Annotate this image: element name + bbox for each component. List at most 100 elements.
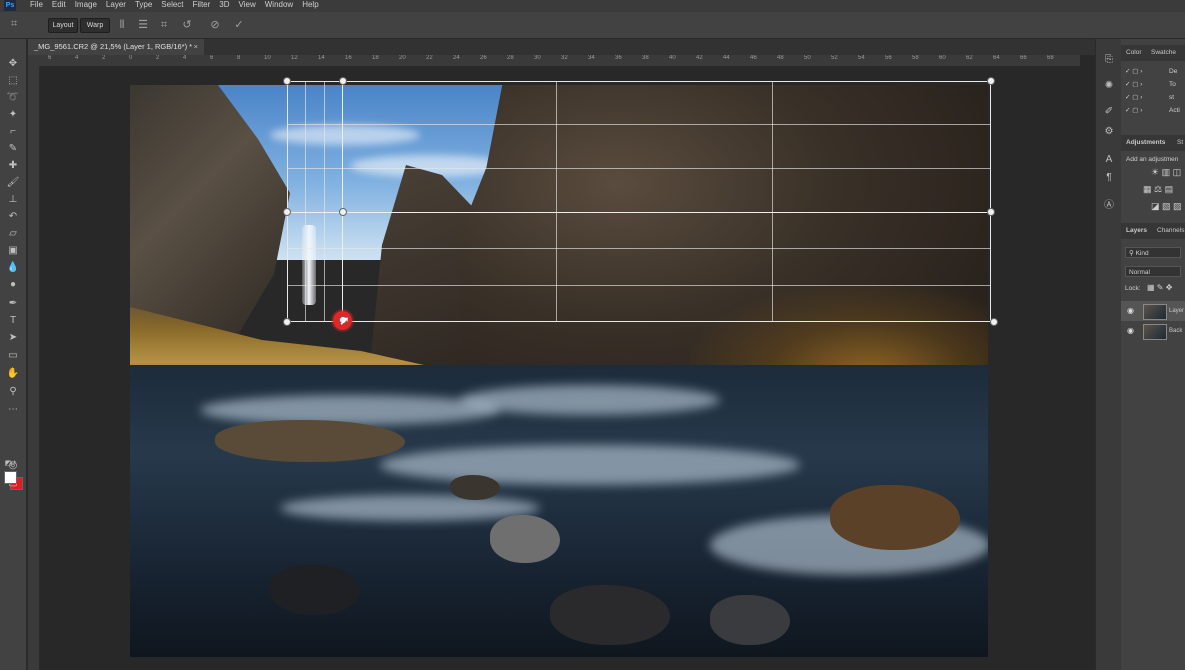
path-selection-tool-icon[interactable]: ➤ <box>5 331 21 345</box>
lock-label: Lock: <box>1125 285 1141 292</box>
action-row[interactable]: ✓ ▢ › Acti <box>1125 105 1185 117</box>
ruler-tick-label: 32 <box>561 55 568 61</box>
action-controls-icon[interactable]: ✓ ▢ › <box>1125 107 1142 114</box>
gradient-tool-icon[interactable]: ▣ <box>5 244 21 258</box>
document-tab-bar: _MG_9561.CR2 @ 21,5% (Layer 1, RGB/16*) … <box>28 39 1115 55</box>
tab-styles[interactable]: St <box>1177 135 1183 151</box>
eraser-tool-icon[interactable]: ▱ <box>5 227 21 241</box>
brush-settings-icon[interactable]: ✐ <box>1101 105 1117 119</box>
dodge-tool-icon[interactable]: ● <box>5 278 21 292</box>
action-controls-icon[interactable]: ✓ ▢ › <box>1125 94 1142 101</box>
ruler-tick-label: 38 <box>642 55 649 61</box>
photo-layer[interactable] <box>130 85 988 657</box>
tab-swatches[interactable]: Swatche <box>1151 45 1176 61</box>
ruler-tick-label: 48 <box>777 55 784 61</box>
grid-line <box>287 285 991 286</box>
adjustment-icons-row3[interactable]: ◪ ▧ ▨ <box>1151 201 1182 212</box>
ruler-tick-label: 16 <box>345 55 352 61</box>
brush-tool-icon[interactable]: 🖌 <box>5 176 21 190</box>
menu-item-window[interactable]: Window <box>265 0 293 10</box>
properties-panel-icon[interactable]: ⚙ <box>1101 125 1117 139</box>
ruler-tick-label: 10 <box>264 55 271 61</box>
straighten-both-icon[interactable]: ⌗ <box>156 17 172 33</box>
history-brush-tool-icon[interactable]: ↶ <box>5 210 21 224</box>
menu-item-help[interactable]: Help <box>302 0 318 10</box>
layer-row-layer1[interactable]: ◉ Layer <box>1121 301 1185 321</box>
menu-item-3d[interactable]: 3D <box>219 0 229 10</box>
character-panel-icon[interactable]: A <box>1101 153 1117 167</box>
layer-row-background[interactable]: ◉ Back <box>1121 321 1185 341</box>
action-row[interactable]: ✓ ▢ › st <box>1125 92 1185 104</box>
ruler-tick-label: 68 <box>1047 55 1054 61</box>
blend-mode-select[interactable]: Normal <box>1125 266 1181 277</box>
menu-item-select[interactable]: Select <box>161 0 183 10</box>
magic-wand-tool-icon[interactable]: ✦ <box>5 108 21 122</box>
crop-tool-icon[interactable]: ⌐ <box>5 125 21 139</box>
glyphs-panel-icon[interactable]: Ⓐ <box>1101 199 1117 213</box>
warp-pin-handle[interactable] <box>283 208 291 216</box>
zoom-tool-icon[interactable]: ⚲ <box>5 385 21 399</box>
ruler-tick-label: 28 <box>507 55 514 61</box>
history-panel-icon[interactable]: ⎘ <box>1101 53 1117 67</box>
move-tool-icon[interactable]: ✥ <box>5 57 21 71</box>
warp-pin-handle[interactable] <box>283 77 291 85</box>
undo-icon[interactable]: ↺ <box>179 17 195 33</box>
rectangle-tool-icon[interactable]: ▭ <box>5 349 21 363</box>
eyedropper-tool-icon[interactable]: ✎ <box>5 142 21 156</box>
blur-tool-icon[interactable]: 💧 <box>5 261 21 275</box>
warp-pin-handle[interactable] <box>339 208 347 216</box>
tab-adjustments[interactable]: Adjustments <box>1126 135 1165 151</box>
ruler-tick-label: 50 <box>804 55 811 61</box>
lasso-tool-icon[interactable]: ➰ <box>5 91 21 105</box>
foreground-color-swatch[interactable] <box>4 471 17 484</box>
menu-item-view[interactable]: View <box>239 0 256 10</box>
warp-pin-handle[interactable] <box>283 318 291 326</box>
clone-stamp-tool-icon[interactable]: ⊥ <box>5 193 21 207</box>
tab-color[interactable]: Color <box>1126 45 1142 61</box>
warp-pin-handle[interactable] <box>990 318 998 326</box>
warp-button[interactable]: Warp <box>80 18 110 33</box>
horizontal-ruler[interactable]: 6 4 2 0 2 4 6 8 10 12 14 16 18 20 22 24 26 28 30 32 34 36 38 40… <box>40 55 1080 67</box>
warp-pin-handle[interactable] <box>339 77 347 85</box>
paragraph-panel-icon[interactable]: ¶ <box>1101 171 1117 185</box>
hand-tool-icon[interactable]: ✋ <box>5 367 21 381</box>
panel-icon-strip: ⎘ ✺ ✐ ⚙ A ¶ Ⓐ <box>1095 39 1122 670</box>
warp-pin-handle[interactable] <box>987 208 995 216</box>
rock <box>450 475 500 500</box>
eye-icon[interactable]: ◉ <box>1127 301 1134 321</box>
menu-item-file[interactable]: File <box>30 0 43 10</box>
tab-layers[interactable]: Layers <box>1126 223 1147 239</box>
more-tools-icon[interactable]: ⋯ <box>5 403 21 417</box>
layout-button[interactable]: Layout <box>48 18 78 33</box>
healing-brush-tool-icon[interactable]: ✚ <box>5 159 21 173</box>
close-icon[interactable]: × <box>194 39 198 55</box>
action-controls-icon[interactable]: ✓ ▢ › <box>1125 81 1142 88</box>
menu-item-edit[interactable]: Edit <box>52 0 66 10</box>
vertical-ruler[interactable] <box>28 66 40 670</box>
commit-check-icon[interactable]: ✓ <box>231 17 247 33</box>
adjustment-icons-row2[interactable]: ▦ ⚖ ▤ <box>1143 184 1173 195</box>
marquee-tool-icon[interactable]: ⬚ <box>5 74 21 88</box>
lock-icons[interactable]: ▦ ✎ ✥ <box>1147 283 1172 292</box>
ruler-tick-label: 52 <box>831 55 838 61</box>
tab-channels[interactable]: Channels <box>1157 223 1184 239</box>
canvas-area[interactable] <box>40 67 1080 670</box>
cancel-icon[interactable]: ⊘ <box>207 17 223 33</box>
action-row[interactable]: ✓ ▢ › To <box>1125 79 1185 91</box>
menu-item-layer[interactable]: Layer <box>106 0 126 10</box>
type-tool-icon[interactable]: T <box>5 314 21 328</box>
eye-icon[interactable]: ◉ <box>1127 321 1134 341</box>
menu-item-filter[interactable]: Filter <box>193 0 211 10</box>
action-controls-icon[interactable]: ✓ ▢ › <box>1125 68 1142 75</box>
adjustment-icons-row1[interactable]: ☀ ▥ ◫ <box>1151 167 1181 178</box>
menu-item-type[interactable]: Type <box>135 0 152 10</box>
document-tab[interactable]: _MG_9561.CR2 @ 21,5% (Layer 1, RGB/16*) … <box>28 39 204 55</box>
menu-item-image[interactable]: Image <box>75 0 97 10</box>
light-panel-icon[interactable]: ✺ <box>1101 79 1117 93</box>
pen-tool-icon[interactable]: ✒ <box>5 297 21 311</box>
warp-pin-handle[interactable] <box>987 77 995 85</box>
straighten-horizontal-icon[interactable]: ☰ <box>135 17 151 33</box>
straighten-vertical-icon[interactable]: ⦀ <box>114 17 130 33</box>
layer-filter-kind[interactable]: ⚲ Kind <box>1125 247 1181 258</box>
action-row[interactable]: ✓ ▢ › De <box>1125 66 1185 78</box>
